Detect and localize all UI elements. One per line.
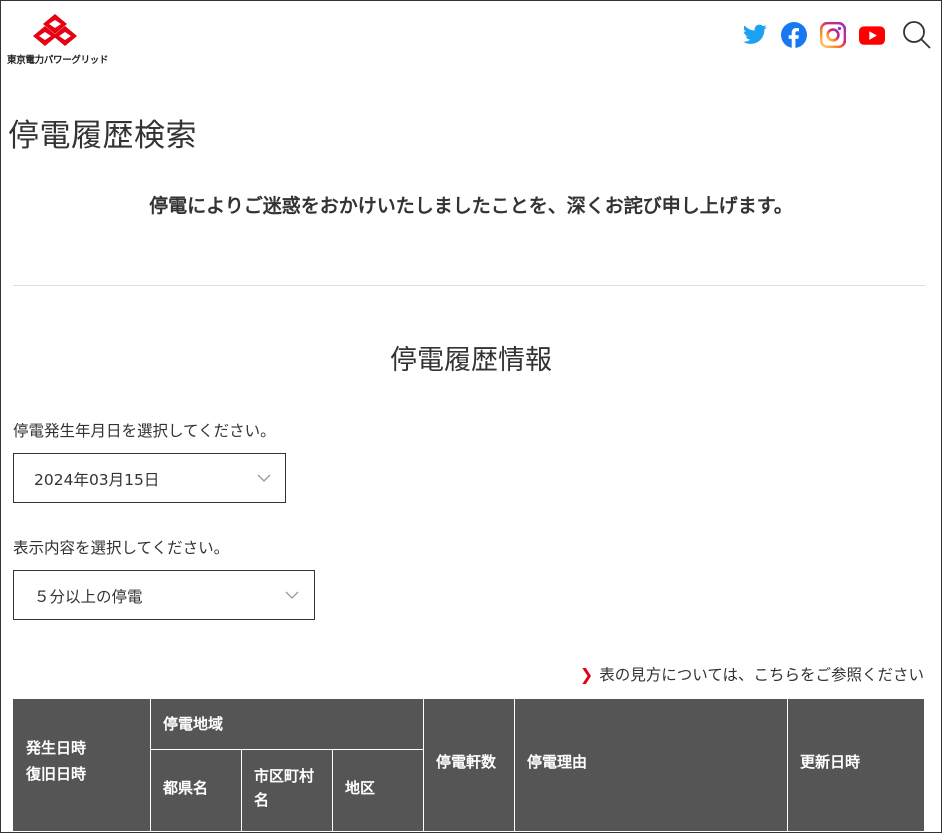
date-select-value: 2024年03月15日 [34, 471, 160, 489]
column-header-city-line2: 名 [254, 791, 270, 809]
section-title: 停電履歴情報 [390, 345, 552, 376]
column-header-area: 停電地域 [163, 715, 224, 733]
logo-mark-icon [33, 14, 77, 46]
column-divider [787, 699, 788, 831]
column-header-prefecture: 都県名 [163, 779, 209, 797]
column-header-count: 停電軒数 [436, 753, 497, 771]
column-header-district: 地区 [345, 779, 376, 797]
date-select[interactable]: 2024年03月15日 [13, 453, 286, 503]
chevron-down-icon [257, 474, 271, 482]
chevron-down-icon [285, 591, 299, 599]
chevron-right-icon: ❯ [579, 665, 594, 684]
column-divider [332, 750, 333, 831]
type-select[interactable]: ５分以上の停電 [13, 570, 315, 620]
type-select-value: ５分以上の停電 [34, 588, 143, 606]
table-guide-link[interactable]: ❯ 表の見方については、こちらをご参照ください [580, 663, 924, 685]
column-header-occurred: 発生日時 [26, 739, 87, 757]
column-divider [514, 699, 515, 831]
column-header-updated: 更新日時 [800, 753, 861, 771]
column-header-city-line1: 市区町村 [254, 767, 315, 785]
column-header-restored: 復旧日時 [26, 765, 87, 783]
type-select-label: 表示内容を選択してください。 [13, 539, 230, 557]
apology-message: 停電によりご迷惑をおかけいたしましたことを、深くお詫び申し上げます。 [149, 195, 793, 217]
row-divider [150, 749, 423, 750]
column-header-reason: 停電理由 [527, 753, 588, 771]
instagram-icon[interactable] [820, 22, 846, 50]
logo-text: 東京電力パワーグリッド [7, 55, 109, 66]
column-divider [423, 699, 424, 831]
column-divider [241, 750, 242, 831]
search-icon[interactable] [902, 20, 932, 49]
youtube-icon[interactable] [859, 22, 885, 50]
facebook-icon[interactable] [781, 22, 807, 50]
divider [13, 285, 925, 286]
outage-table-header: 発生日時 復旧日時 停電地域 都県名 市区町村 名 地区 停電軒数 停電理由 更… [13, 699, 924, 831]
company-logo[interactable]: 東京電力パワーグリッド [7, 14, 109, 66]
date-select-label: 停電発生年月日を選択してください。 [13, 422, 276, 440]
page-title: 停電履歴検索 [8, 118, 197, 154]
table-guide-link-text: 表の見方については、こちらをご参照ください [599, 666, 924, 684]
twitter-icon[interactable] [742, 22, 768, 50]
column-divider [150, 699, 151, 831]
